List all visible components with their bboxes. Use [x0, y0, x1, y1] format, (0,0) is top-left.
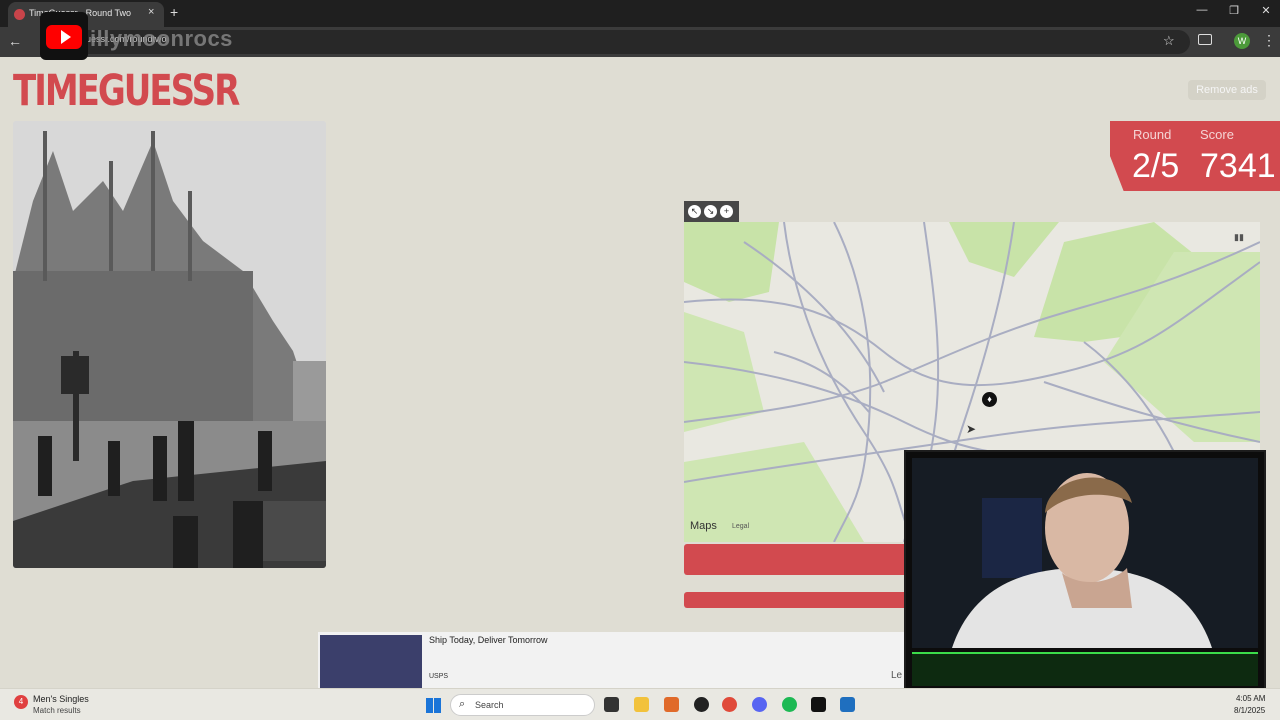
maps-label: Maps — [690, 520, 717, 532]
close-window-icon[interactable]: ✕ — [1256, 4, 1276, 17]
mouse-cursor-icon: ➤ — [966, 422, 977, 436]
bookmark-star-icon[interactable]: ☆ — [1163, 33, 1175, 49]
obs-icon[interactable] — [694, 697, 709, 712]
restore-icon[interactable]: ❐ — [1224, 4, 1244, 17]
windows-taskbar: 4 Men's Singles Match results ⌕ Search 4… — [0, 688, 1280, 720]
remove-ads-button[interactable]: Remove ads — [1188, 80, 1266, 100]
task-view-icon[interactable] — [604, 697, 619, 712]
search-icon: ⌕ — [459, 698, 466, 710]
back-button[interactable]: ← — [8, 33, 22, 49]
cathedral-photo-illustration — [13, 121, 326, 568]
ad-brand: USPS — [429, 673, 449, 680]
new-tab-button[interactable]: + — [170, 4, 178, 20]
year-slider-bar[interactable] — [684, 592, 908, 608]
news-widget-icon[interactable]: 4 — [14, 695, 28, 709]
file-explorer-icon[interactable] — [634, 697, 649, 712]
taskbar-search[interactable]: ⌕ Search — [450, 694, 595, 716]
windows-start-icon[interactable] — [426, 698, 441, 713]
round-label: Round — [1133, 127, 1172, 142]
webcam-frame-bottom — [912, 652, 1258, 686]
map-legal-link[interactable]: Legal — [732, 523, 749, 530]
channel-watermark: illymoonrocs — [90, 26, 233, 51]
news-widget-subtitle[interactable]: Match results — [33, 706, 81, 715]
capcut-icon[interactable] — [811, 697, 826, 712]
submit-guess-button[interactable] — [684, 544, 908, 575]
expand-map-icon[interactable]: ↖ — [688, 205, 701, 218]
chrome-icon[interactable] — [722, 697, 737, 712]
round-value: 2/5 — [1132, 147, 1180, 185]
score-panel: Round Score 2/5 7341 — [1110, 121, 1280, 191]
score-value: 7341 — [1200, 147, 1276, 185]
youtube-logo — [40, 12, 88, 60]
discord-icon[interactable] — [752, 697, 767, 712]
map-layers-icon[interactable]: ▮▮ — [1234, 232, 1244, 243]
streamer-illustration — [912, 458, 1258, 648]
search-placeholder: Search — [475, 700, 504, 710]
timeguessr-logo[interactable]: TIMEGUESSR — [13, 66, 240, 116]
map-size-controls: ↖ ↘ + — [684, 201, 739, 222]
cast-icon[interactable] — [1198, 34, 1212, 45]
play-triangle-icon — [61, 30, 71, 44]
browser-tab-bar: TimeGuessr - Round Two × + — ❐ ✕ — [0, 0, 1280, 27]
advertisement-banner[interactable]: Ship Today, Deliver Tomorrow USPS Le — [318, 632, 918, 688]
webcam-video — [912, 458, 1258, 648]
tab-close-icon[interactable]: × — [148, 6, 154, 18]
apple-maps-attribution: Maps — [690, 520, 717, 532]
score-label: Score — [1200, 127, 1234, 142]
clock-date[interactable]: 8/1/2025 — [1234, 706, 1265, 715]
minimize-icon[interactable]: — — [1192, 4, 1212, 16]
guess-pin-icon[interactable]: ♦ — [982, 392, 997, 407]
clock-time[interactable]: 4:05 AM — [1236, 694, 1265, 703]
browser-menu-icon[interactable]: ⋮ — [1262, 32, 1276, 49]
webcam-overlay — [904, 450, 1266, 692]
photos-icon[interactable] — [840, 697, 855, 712]
profile-avatar[interactable]: W — [1234, 33, 1250, 49]
pin-map-icon[interactable]: + — [720, 205, 733, 218]
ad-title[interactable]: Ship Today, Deliver Tomorrow — [429, 635, 548, 645]
news-widget-title[interactable]: Men's Singles — [33, 694, 89, 704]
ad-learn-more[interactable]: Le — [891, 670, 902, 681]
youtube-play-icon — [46, 25, 82, 49]
round-photo[interactable] — [13, 121, 326, 568]
shrink-map-icon[interactable]: ↘ — [704, 205, 717, 218]
ad-thumbnail[interactable] — [320, 635, 422, 688]
app-icon[interactable] — [664, 697, 679, 712]
timeguessr-favicon-icon — [14, 9, 25, 20]
spotify-icon[interactable] — [782, 697, 797, 712]
